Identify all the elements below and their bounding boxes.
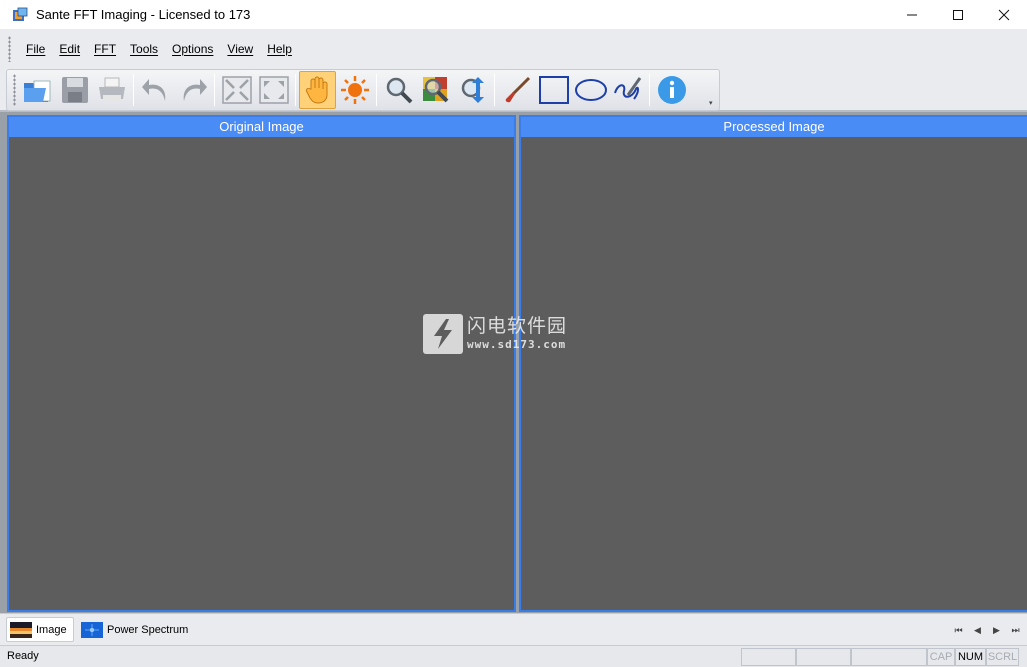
fit-window-icon: [221, 76, 252, 104]
menu-help[interactable]: Help: [260, 42, 299, 56]
menu-view[interactable]: View: [220, 42, 260, 56]
brightness-button[interactable]: [336, 71, 373, 109]
watermark: 闪电软件园 www.sd173.com: [423, 314, 567, 354]
view-tab-bar: Image Power Spectrum ⏮ ◀ ▶ ⏭: [0, 613, 1027, 645]
next-tab-icon[interactable]: ▶: [987, 621, 1006, 639]
scroll-lock-indicator: SCRL: [986, 648, 1019, 666]
watermark-url: www.sd173.com: [467, 338, 567, 351]
open-button[interactable]: [19, 71, 56, 109]
menu-file[interactable]: File: [19, 42, 52, 56]
freehand-button[interactable]: [609, 71, 646, 109]
maximize-button[interactable]: [935, 0, 981, 29]
tab-navigation: ⏮ ◀ ▶ ⏭: [949, 621, 1025, 639]
status-pane-1: [741, 648, 796, 666]
toolbar-separator: [133, 74, 134, 106]
toolbar-separator: [376, 74, 377, 106]
menu-tools[interactable]: Tools: [123, 42, 165, 56]
redo-icon: [183, 79, 207, 101]
first-tab-icon[interactable]: ⏮: [949, 621, 968, 639]
toolbar-grip[interactable]: [13, 74, 16, 106]
processed-image-pane[interactable]: Processed Image: [519, 115, 1027, 612]
toolbar-overflow-button[interactable]: ▾: [709, 100, 717, 108]
last-tab-icon[interactable]: ⏭: [1006, 621, 1025, 639]
rectangle-button[interactable]: [535, 71, 572, 109]
power-spectrum-tab-icon: [81, 621, 103, 638]
tab-image-label: Image: [36, 623, 67, 636]
tab-power-spectrum[interactable]: Power Spectrum: [78, 617, 194, 642]
close-icon: [998, 9, 1010, 20]
menu-options[interactable]: Options: [165, 42, 220, 56]
hand-pan-button[interactable]: [299, 71, 336, 109]
ellipse-button[interactable]: [572, 71, 609, 109]
ellipse-icon: [574, 79, 607, 101]
toolbar-row: ▾: [0, 68, 1027, 112]
num-lock-indicator: NUM: [955, 648, 986, 666]
menu-grip[interactable]: [8, 35, 11, 62]
toolbar-separator: [649, 74, 650, 106]
undo-icon: [141, 79, 165, 101]
prev-tab-icon[interactable]: ◀: [968, 621, 987, 639]
open-icon: [23, 80, 50, 102]
watermark-lightning-icon: [423, 314, 463, 354]
brush-icon: [505, 76, 530, 103]
window-controls: [889, 0, 1027, 29]
window-title: Sante FFT Imaging - Licensed to 173: [36, 7, 251, 22]
print-icon: [98, 77, 125, 101]
info-button[interactable]: [653, 71, 690, 109]
caps-lock-indicator: CAP: [927, 648, 955, 666]
magnify-region-button[interactable]: [417, 71, 454, 109]
brightness-icon: [340, 76, 369, 104]
original-image-header: Original Image: [9, 117, 514, 137]
actual-size-icon: [258, 76, 289, 104]
info-icon: [657, 76, 686, 104]
zoom-updown-button[interactable]: [454, 71, 491, 109]
processed-image-header: Processed Image: [521, 117, 1027, 137]
tab-power-spectrum-label: Power Spectrum: [107, 623, 189, 636]
status-pane-2: [796, 648, 851, 666]
toolbar-separator: [214, 74, 215, 106]
save-icon: [61, 77, 88, 103]
menu-fft[interactable]: FFT: [87, 42, 123, 56]
status-bar: Ready CAP NUM SCRL: [0, 645, 1027, 667]
menu-edit[interactable]: Edit: [52, 42, 87, 56]
menu-bar: File Edit FFT Tools Options View Help: [0, 29, 1027, 68]
close-button[interactable]: [981, 0, 1027, 29]
status-text: Ready: [7, 650, 39, 662]
minimize-icon: [907, 14, 917, 15]
hand-pan-icon: [305, 76, 327, 104]
minimize-button[interactable]: [889, 0, 935, 29]
magnify-region-icon: [422, 77, 448, 103]
image-pane-area: Original Image Processed Image: [0, 112, 1027, 613]
tab-image[interactable]: Image: [6, 617, 74, 642]
save-button[interactable]: [56, 71, 93, 109]
status-pane-3: [851, 648, 927, 666]
redo-button[interactable]: [174, 71, 211, 109]
zoom-icon: [386, 77, 412, 104]
title-bar: Sante FFT Imaging - Licensed to 173: [0, 0, 1027, 29]
original-image-pane[interactable]: Original Image: [7, 115, 516, 612]
toolbar-separator: [494, 74, 495, 106]
zoom-button[interactable]: [380, 71, 417, 109]
undo-button[interactable]: [137, 71, 174, 109]
watermark-chinese: 闪电软件园: [467, 316, 568, 337]
toolbar-separator: [295, 74, 296, 106]
image-tab-icon: [10, 621, 32, 638]
app-icon: [12, 7, 28, 23]
rectangle-icon: [538, 76, 569, 104]
actual-size-button[interactable]: [255, 71, 292, 109]
toolbar: ▾: [6, 69, 720, 111]
zoom-updown-icon: [461, 77, 484, 103]
fit-window-button[interactable]: [218, 71, 255, 109]
brush-button[interactable]: [498, 71, 535, 109]
maximize-icon: [953, 9, 963, 20]
freehand-icon: [613, 77, 641, 100]
print-button[interactable]: [93, 71, 130, 109]
watermark-text: 闪电软件园 www.sd173.com: [467, 316, 567, 352]
